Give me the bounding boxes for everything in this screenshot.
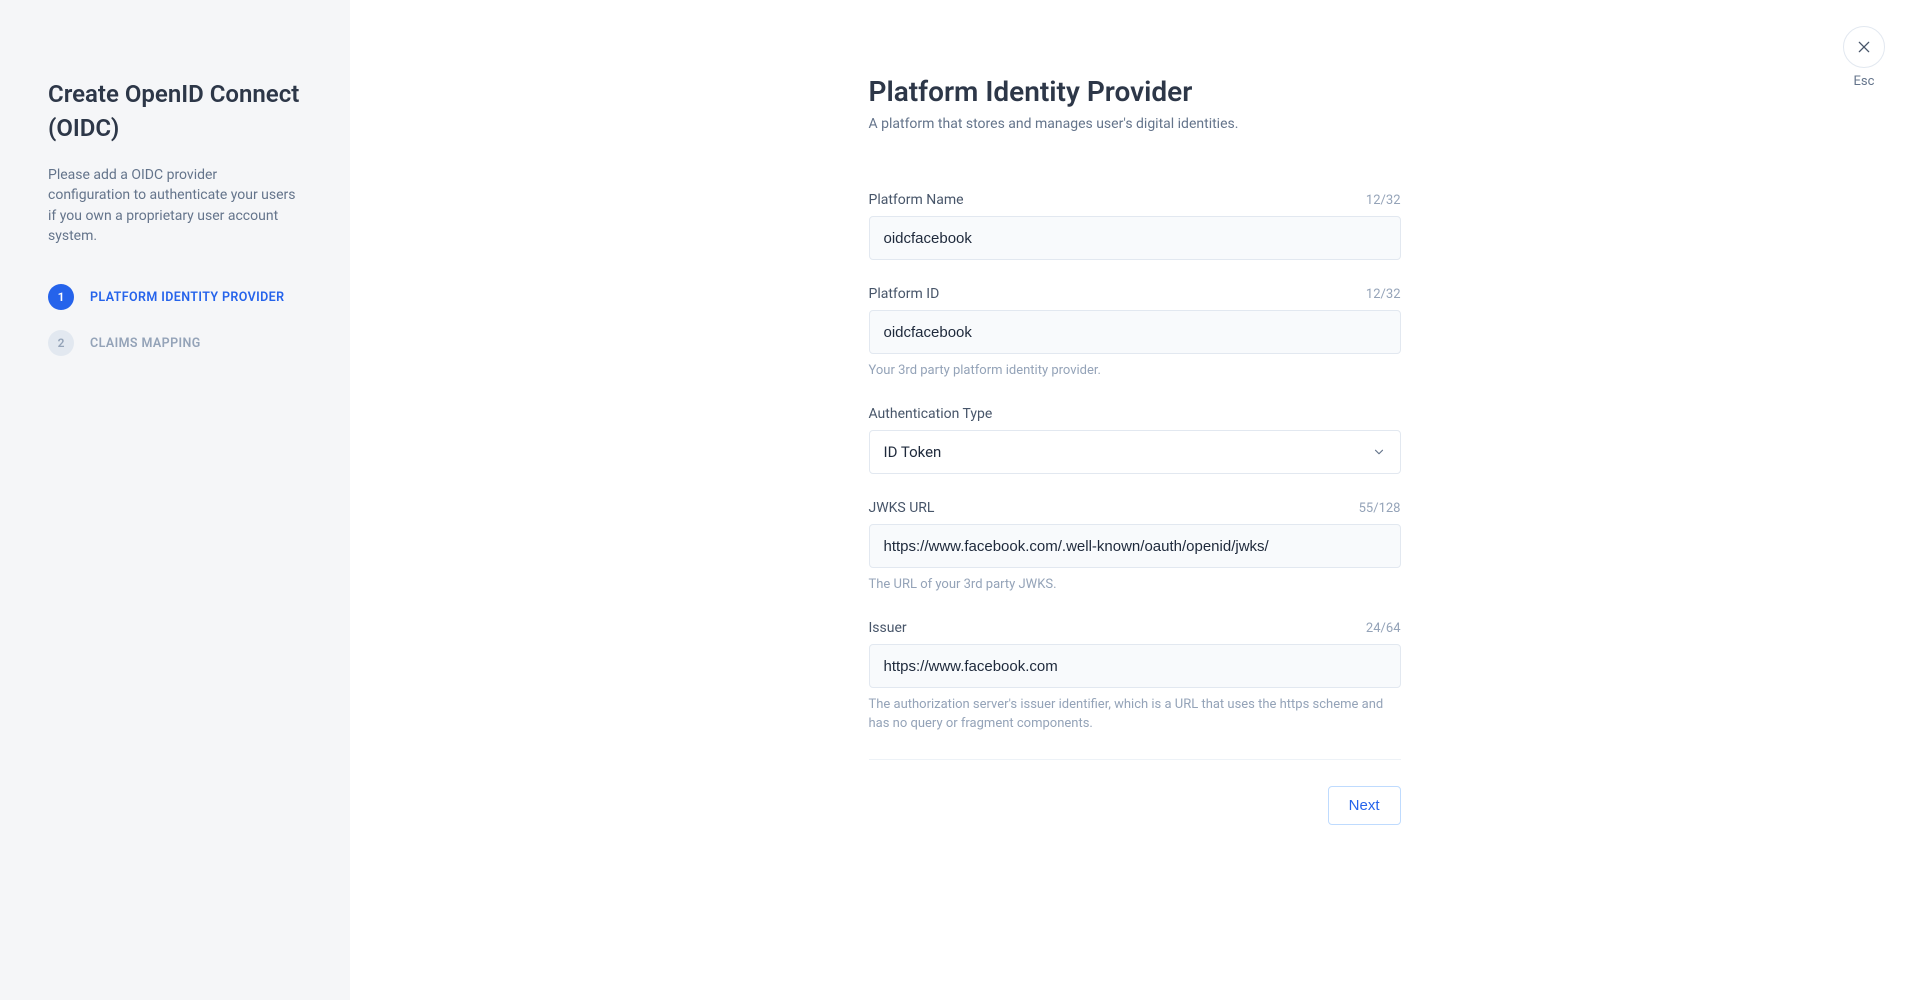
form-footer: Next	[869, 786, 1401, 825]
step-number: 1	[48, 284, 74, 310]
step-list: 1 PLATFORM IDENTITY PROVIDER 2 CLAIMS MA…	[48, 284, 302, 356]
input-platform-id[interactable]	[869, 310, 1401, 354]
input-platform-name[interactable]	[869, 216, 1401, 260]
count-platform-id: 12/32	[1366, 287, 1401, 302]
form-content: Platform Identity Provider A platform th…	[869, 75, 1401, 960]
esc-label: Esc	[1843, 74, 1885, 89]
sidebar-title: Create OpenID Connect (OIDC)	[48, 78, 302, 145]
next-button[interactable]: Next	[1328, 786, 1401, 825]
sidebar: Create OpenID Connect (OIDC) Please add …	[0, 0, 350, 1000]
field-jwks-url: JWKS URL 55/128 The URL of your 3rd part…	[869, 500, 1401, 594]
help-jwks-url: The URL of your 3rd party JWKS.	[869, 576, 1401, 594]
help-platform-id: Your 3rd party platform identity provide…	[869, 362, 1401, 380]
label-platform-name: Platform Name	[869, 192, 964, 208]
help-issuer: The authorization server's issuer identi…	[869, 696, 1401, 732]
chevron-down-icon	[1372, 445, 1386, 459]
field-auth-type: Authentication Type ID Token	[869, 406, 1401, 474]
count-jwks-url: 55/128	[1359, 501, 1401, 516]
step-number: 2	[48, 330, 74, 356]
page-subtitle: A platform that stores and manages user'…	[869, 116, 1401, 132]
step-claims-mapping[interactable]: 2 CLAIMS MAPPING	[48, 330, 302, 356]
label-platform-id: Platform ID	[869, 286, 940, 302]
count-issuer: 24/64	[1366, 621, 1401, 636]
field-platform-name: Platform Name 12/32	[869, 192, 1401, 260]
step-label: CLAIMS MAPPING	[90, 336, 201, 351]
select-auth-type-value: ID Token	[884, 443, 942, 461]
label-auth-type: Authentication Type	[869, 406, 993, 422]
count-platform-name: 12/32	[1366, 193, 1401, 208]
label-issuer: Issuer	[869, 620, 907, 636]
step-label: PLATFORM IDENTITY PROVIDER	[90, 290, 284, 305]
select-auth-type[interactable]: ID Token	[869, 430, 1401, 474]
close-icon	[1856, 39, 1872, 55]
field-issuer: Issuer 24/64 The authorization server's …	[869, 620, 1401, 732]
page-title: Platform Identity Provider	[869, 75, 1401, 108]
input-jwks-url[interactable]	[869, 524, 1401, 568]
sidebar-description: Please add a OIDC provider configuration…	[48, 165, 302, 246]
divider	[869, 759, 1401, 760]
main-panel: Esc Platform Identity Provider A platfor…	[350, 0, 1919, 1000]
field-platform-id: Platform ID 12/32 Your 3rd party platfor…	[869, 286, 1401, 380]
close-button[interactable]	[1843, 26, 1885, 68]
input-issuer[interactable]	[869, 644, 1401, 688]
label-jwks-url: JWKS URL	[869, 500, 935, 516]
step-platform-identity-provider[interactable]: 1 PLATFORM IDENTITY PROVIDER	[48, 284, 302, 310]
close-area: Esc	[1843, 26, 1885, 89]
